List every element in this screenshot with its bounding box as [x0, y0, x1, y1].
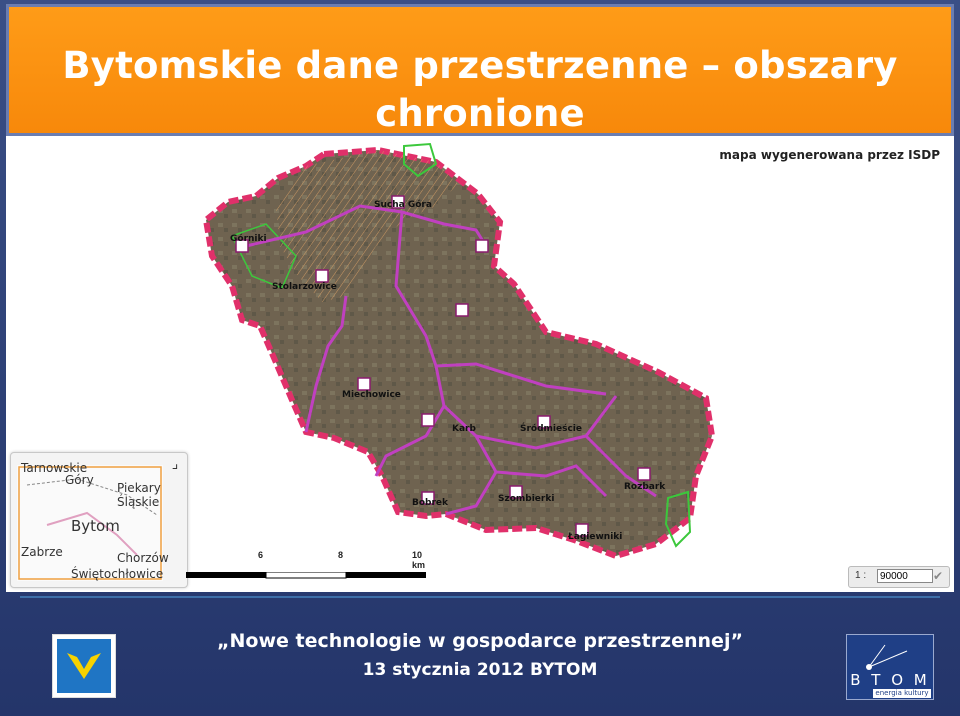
- map-frame[interactable]: mapa wygenerowana przez ISDP Sucha Góra …: [6, 136, 954, 592]
- scale-prefix: 1 :: [855, 570, 867, 581]
- district-label-lagiewniki: Łagiewniki: [568, 532, 623, 542]
- title-line-1: Bytomskie dane przestrzenne – obszary: [62, 44, 898, 87]
- overview-label-zabrze: Zabrze: [21, 545, 63, 559]
- apply-scale-icon[interactable]: ✔: [933, 569, 943, 583]
- footer-divider: [20, 596, 940, 598]
- footer-conference-name: „Nowe technologie w gospodarce przestrze…: [217, 630, 743, 652]
- overview-label-gory: Góry: [65, 473, 94, 487]
- district-label-miechowice: Miechowice: [342, 390, 401, 400]
- district-label-karb: Karb: [452, 424, 476, 434]
- conference-logo-graphic: [57, 639, 111, 693]
- scale-tick-10: 10 km: [412, 550, 426, 570]
- bytom-logo-tagline: energia kultury: [873, 689, 931, 698]
- scale-tick-8: 8: [338, 550, 344, 560]
- title-line-2: chronione: [375, 92, 585, 135]
- overview-map[interactable]: ⌟ Tarnowskie Góry Piekary Śląskie Bytom …: [10, 452, 188, 588]
- district-label-rozbark: Rozbark: [624, 482, 666, 492]
- overview-label-slaskie: Śląskie: [117, 495, 160, 509]
- overview-label-bytom: Bytom: [71, 517, 120, 535]
- district-label-bobrek: Bobrek: [412, 498, 449, 508]
- scale-tick-6: 6: [258, 550, 264, 560]
- title-bar: Bytomskie dane przestrzenne – obszary ch…: [6, 4, 954, 136]
- bytom-logo-text: B T O M: [850, 671, 930, 689]
- district-label-srodmiescie: Śródmieście: [520, 424, 582, 434]
- slide-title: Bytomskie dane przestrzenne – obszary ch…: [6, 42, 954, 138]
- district-label-sucha-gora: Sucha Góra: [374, 200, 432, 210]
- district-label-gorniki: Górniki: [230, 234, 267, 244]
- bytom-logo-graphic: [866, 644, 908, 670]
- collapse-overview-icon[interactable]: ⌟: [167, 455, 183, 471]
- slide: Bytomskie dane przestrzenne – obszary ch…: [0, 0, 960, 716]
- overview-map-canvas[interactable]: Tarnowskie Góry Piekary Śląskie Bytom Za…: [17, 461, 169, 581]
- scale-bar: 6 8 10 km: [186, 550, 426, 586]
- conference-logo: [52, 634, 116, 698]
- overview-label-piekary: Piekary: [117, 481, 161, 495]
- overview-label-swietochlowice: Świętochłowice: [71, 567, 164, 581]
- overview-label-chorzow: Chorzów: [117, 551, 169, 565]
- district-label-szombierki: Szombierki: [498, 494, 555, 504]
- district-label-stolarzowice: Stolarzowice: [272, 282, 337, 292]
- scale-bar-graphic: [186, 572, 426, 579]
- footer-date-place: 13 stycznia 2012 BYTOM: [362, 660, 598, 680]
- bytom-logo: B T O M energia kultury: [846, 634, 934, 700]
- scale-input[interactable]: [877, 569, 933, 583]
- scale-control: 1 : ✔: [848, 566, 950, 588]
